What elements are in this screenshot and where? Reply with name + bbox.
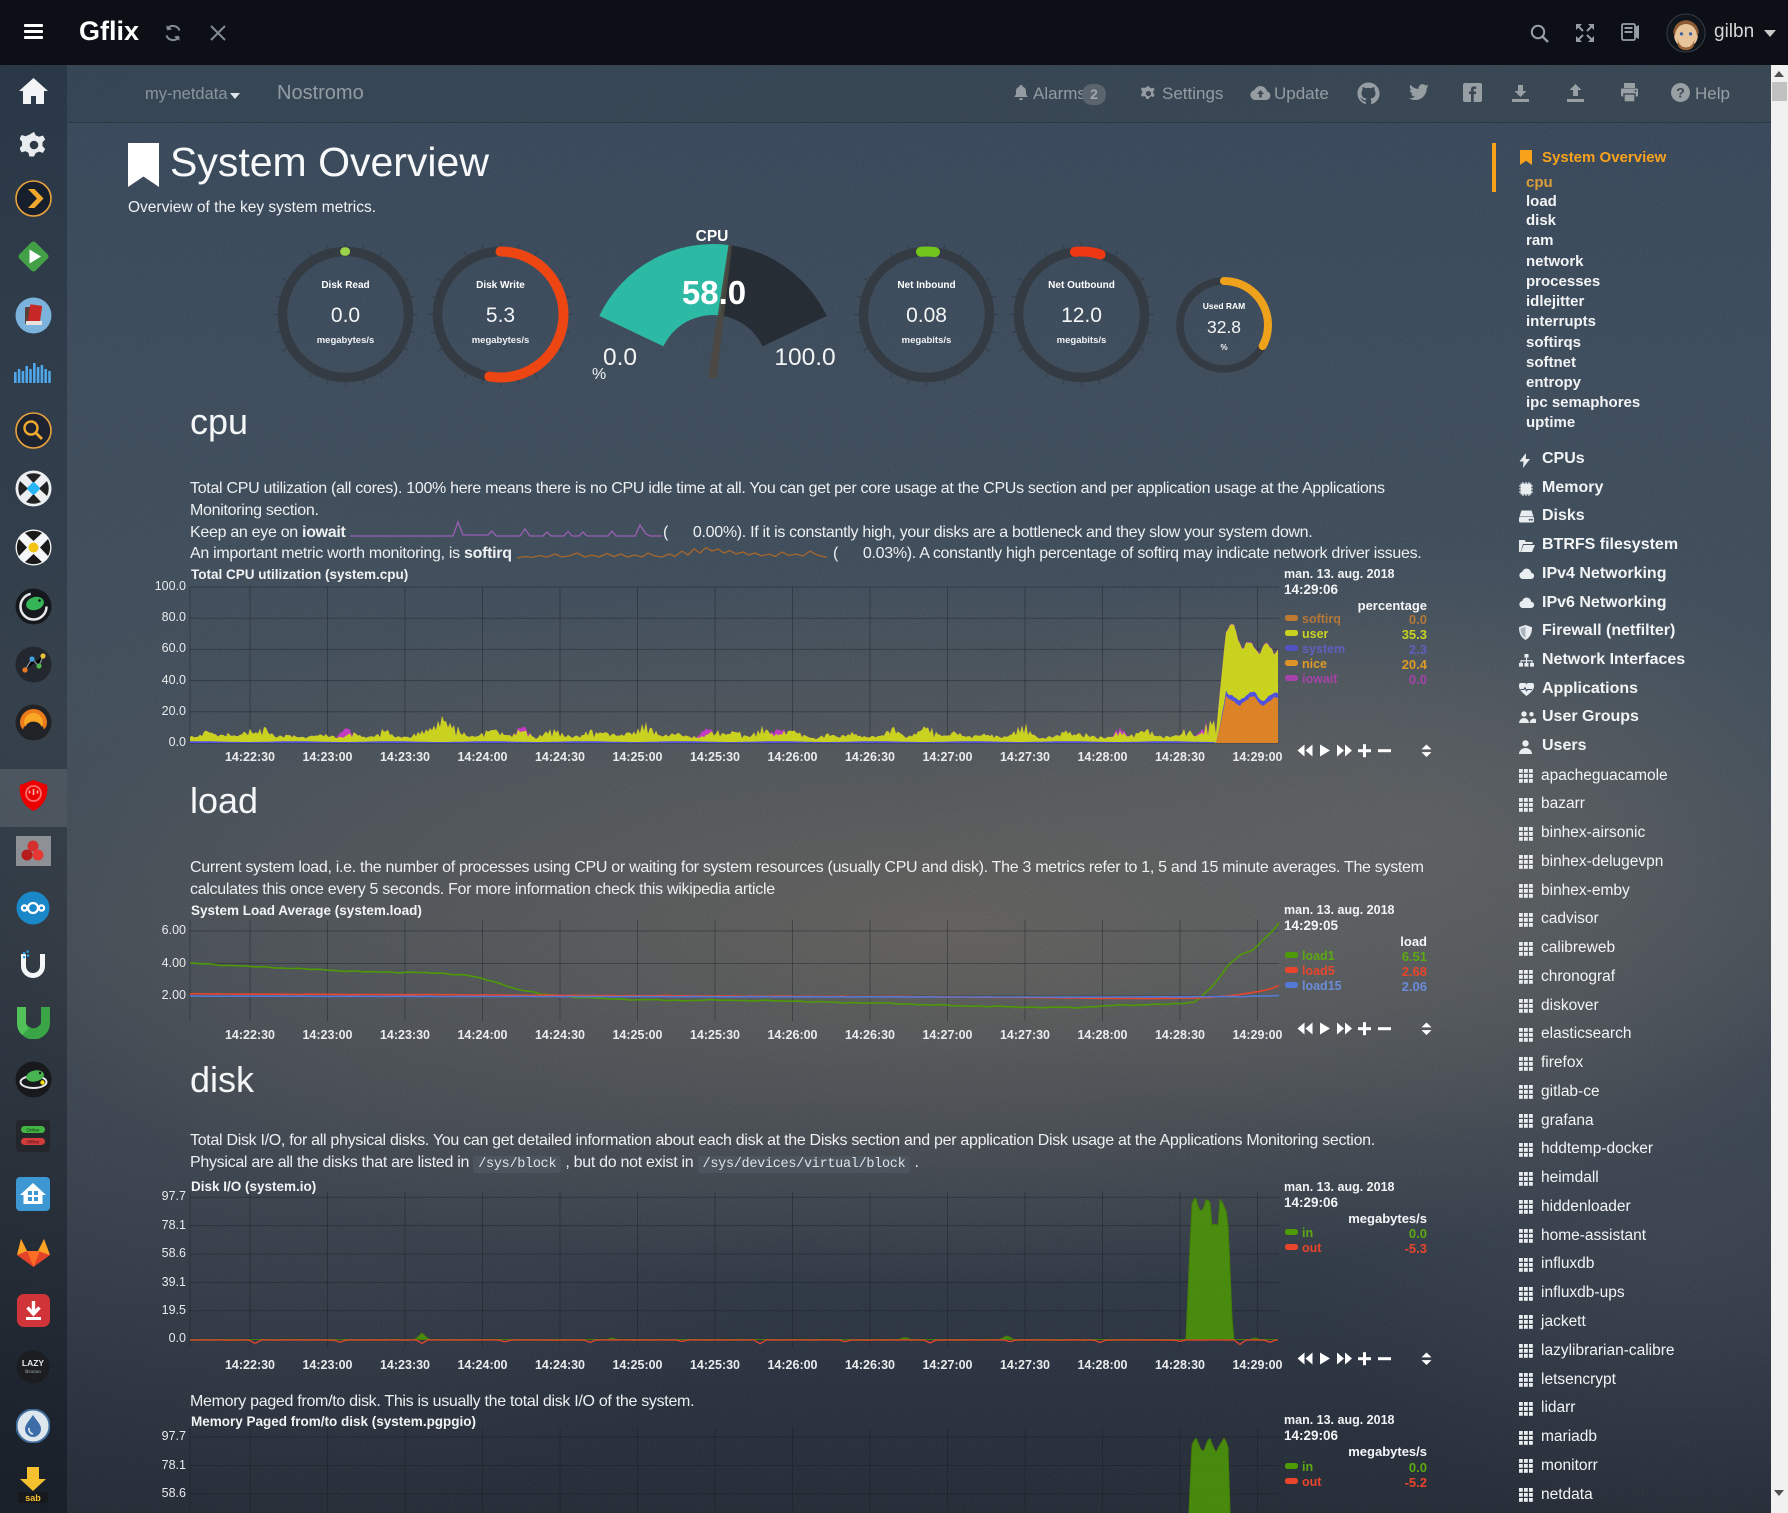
svg-text:librarian: librarian xyxy=(25,1369,42,1374)
svg-text:LAZY: LAZY xyxy=(22,1358,45,1368)
svg-text:sab: sab xyxy=(25,1493,41,1503)
svg-text:Online: Online xyxy=(26,1128,40,1133)
svg-text:Offline: Offline xyxy=(27,1140,40,1145)
